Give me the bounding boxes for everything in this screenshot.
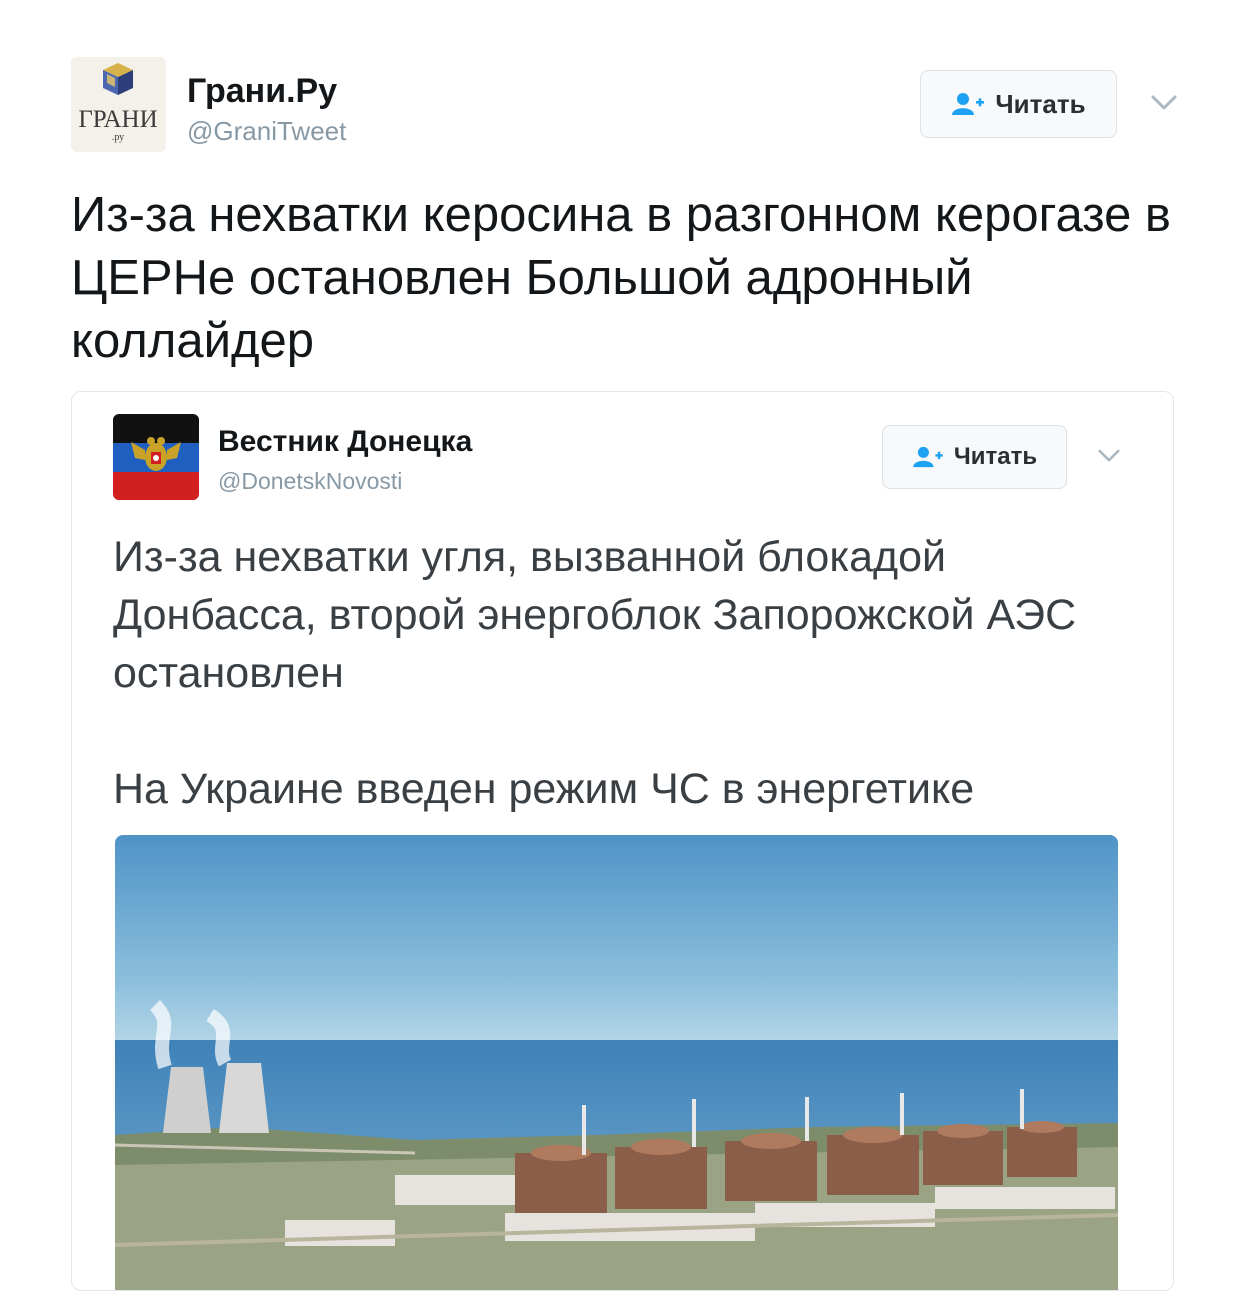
follow-user-icon — [952, 93, 985, 115]
follow-button[interactable]: Читать — [920, 70, 1117, 138]
quoted-author-handle[interactable]: @DonetskNovosti — [218, 468, 402, 495]
quoted-author-name[interactable]: Вестник Донецка — [218, 425, 472, 459]
tweet: ГРАНИ .ру Грани.Ру @GraniTweet Читать Из… — [0, 0, 1242, 1291]
quoted-author-avatar[interactable] — [113, 414, 199, 500]
follow-button-label: Читать — [995, 88, 1086, 119]
quoted-follow-button-label: Читать — [953, 443, 1038, 470]
author-handle[interactable]: @GraniTweet — [187, 116, 346, 147]
quoted-tweet-text-secondary: На Украине введен режим ЧС в энергетике — [113, 765, 975, 813]
follow-user-icon — [913, 446, 943, 468]
author-avatar[interactable]: ГРАНИ .ру — [71, 57, 166, 152]
quoted-follow-button[interactable]: Читать — [882, 425, 1067, 489]
author-name[interactable]: Грани.Ру — [187, 72, 337, 111]
tweet-photo[interactable] — [115, 835, 1118, 1290]
avatar-logo-subtext: .ру — [112, 132, 124, 143]
chevron-down-icon[interactable] — [1098, 449, 1120, 463]
chevron-down-icon[interactable] — [1151, 95, 1177, 111]
avatar-logo-text: ГРАНИ — [78, 106, 157, 133]
quoted-tweet[interactable]: Вестник Донецка @DonetskNovosti Читать И… — [71, 391, 1174, 1291]
quoted-tweet-text: Из-за нехватки угля, вызванной блокадой … — [113, 533, 1077, 697]
tweet-text: Из-за нехватки керосина в разгонном керо… — [71, 188, 1171, 368]
